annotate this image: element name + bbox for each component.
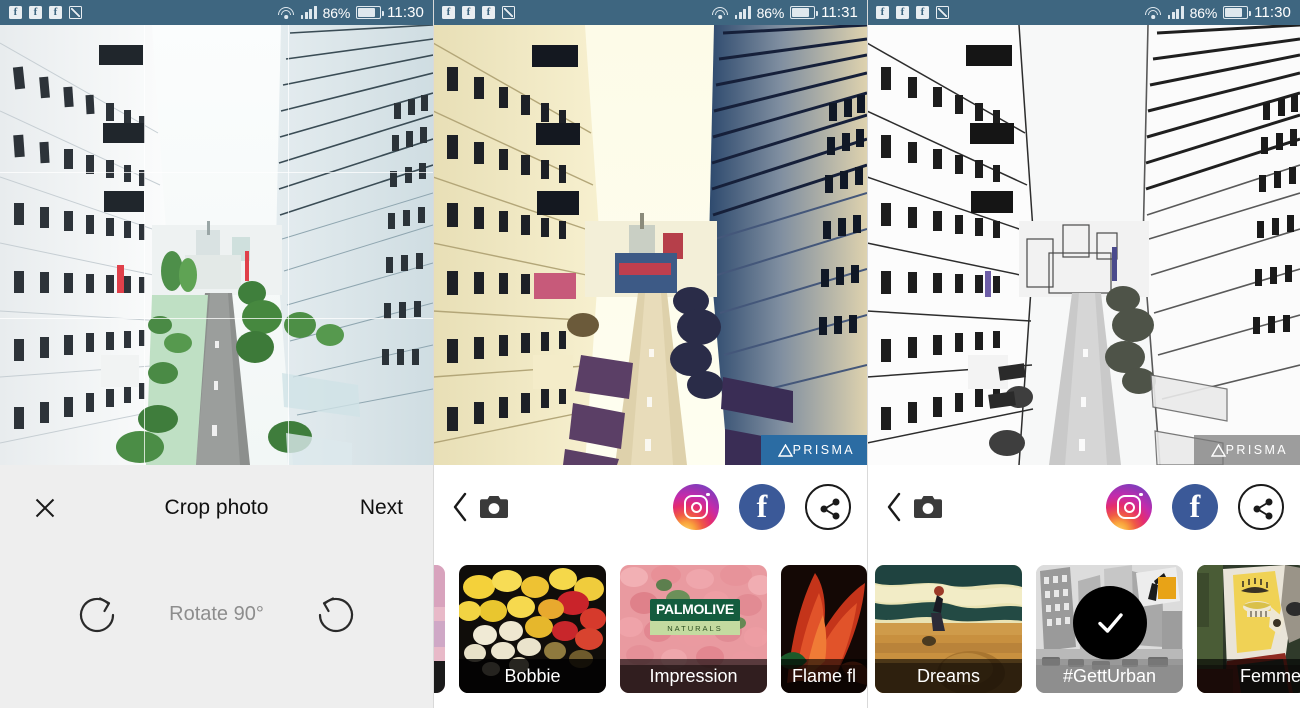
instagram-icon[interactable]	[673, 484, 719, 530]
status-time: 11:30	[387, 4, 424, 21]
photo-icon	[69, 6, 82, 19]
crop-photo-preview[interactable]	[0, 25, 433, 465]
filter-label: Bobbie	[459, 658, 606, 693]
stylized-street-photo	[433, 25, 867, 465]
wifi-icon	[1145, 6, 1162, 19]
facebook-icon: f	[442, 6, 455, 19]
wifi-icon	[278, 6, 295, 19]
signal-bars-icon	[734, 6, 751, 19]
signal-bars-icon	[1167, 6, 1184, 19]
status-bar: f f f 86% 11:30	[867, 0, 1300, 25]
filter-label: Flame fl	[781, 658, 867, 693]
prisma-share-toolbar: f	[867, 465, 1300, 549]
filter-thumbnail-femme[interactable]: Femme	[1197, 564, 1300, 693]
share-icon[interactable]	[1238, 484, 1284, 530]
filter-thumbnail-flame[interactable]: Flame fl	[781, 564, 867, 693]
filter-label: #GettUrban	[1036, 658, 1183, 693]
panel-crop-editor: f f f 86% 11:30 Crop photo Next Rotate 9…	[0, 0, 433, 708]
rotate-label: Rotate 90°	[169, 603, 264, 625]
filter-thumbnail-impression[interactable]: PALMOLIVE NATURALS Impression	[620, 564, 767, 693]
facebook-icon[interactable]: f	[1172, 484, 1218, 530]
filter-strip[interactable]: Bobbie PALMOLIVE NATURALS Impression Fla…	[433, 549, 867, 708]
share-targets: f	[673, 484, 851, 530]
battery-icon	[1223, 6, 1252, 19]
share-icon[interactable]	[805, 484, 851, 530]
facebook-icon: f	[9, 6, 22, 19]
status-time: 11:31	[821, 4, 858, 21]
share-targets: f	[1106, 484, 1284, 530]
status-system-icons: 86% 11:31	[712, 4, 858, 21]
status-bar: f f f 86% 11:31	[433, 0, 867, 25]
status-notification-icons: f f f	[9, 6, 82, 19]
chevron-left-icon[interactable]	[449, 490, 471, 524]
wifi-icon	[712, 6, 729, 19]
facebook-icon: f	[49, 6, 62, 19]
svg-text:PALMOLIVE: PALMOLIVE	[656, 601, 734, 617]
rotate-controls: Rotate 90°	[0, 551, 433, 708]
crop-controls-pane: Crop photo Next Rotate 90°	[0, 465, 433, 708]
status-time: 11:30	[1254, 4, 1291, 21]
filter-thumbnail-getturban[interactable]: #GettUrban	[1036, 564, 1183, 693]
prisma-watermark: PRISMA	[760, 435, 867, 465]
filter-selected-badge	[1072, 586, 1147, 661]
battery-percent: 86%	[322, 4, 351, 21]
battery-icon	[790, 6, 819, 19]
battery-icon	[356, 6, 385, 19]
camera-icon[interactable]	[479, 494, 509, 520]
crop-toolbar: Crop photo Next	[0, 465, 433, 551]
facebook-icon: f	[462, 6, 475, 19]
filter-thumbnail[interactable]	[433, 564, 445, 693]
prisma-triangle-icon	[771, 444, 793, 457]
battery-percent: 86%	[756, 4, 785, 21]
prisma-wordmark: PRISMA	[792, 443, 855, 457]
three-panel-screenshot: f f f 86% 11:30 Crop photo Next Rotate 9…	[0, 0, 1300, 708]
battery-percent: 86%	[1189, 4, 1218, 21]
filter-thumbnail-dreams[interactable]: Dreams	[875, 564, 1022, 693]
facebook-icon[interactable]: f	[739, 484, 785, 530]
filter-label: Impression	[620, 658, 767, 693]
chevron-left-icon[interactable]	[883, 490, 905, 524]
status-system-icons: 86% 11:30	[278, 4, 424, 21]
facebook-icon: f	[896, 6, 909, 19]
status-notification-icons: f f f	[876, 6, 949, 19]
check-icon	[1097, 613, 1123, 634]
svg-text:NATURALS: NATURALS	[667, 624, 722, 633]
prisma-wordmark: PRISMA	[1225, 443, 1288, 457]
rotate-counterclockwise-icon[interactable]	[308, 587, 364, 643]
facebook-icon: f	[29, 6, 42, 19]
panel-prisma-color: f f f 86% 11:31 PRISMA f Bobbie PALMOLIV…	[433, 0, 867, 708]
filter-label: Femme	[1197, 658, 1300, 693]
instagram-icon[interactable]	[1106, 484, 1152, 530]
camera-icon[interactable]	[913, 494, 943, 520]
street-photo	[0, 25, 433, 465]
status-bar: f f f 86% 11:30	[0, 0, 433, 25]
next-button[interactable]: Next	[360, 496, 403, 520]
signal-bars-icon	[300, 6, 317, 19]
photo-icon	[936, 6, 949, 19]
photo-icon	[502, 6, 515, 19]
status-system-icons: 86% 11:30	[1145, 4, 1291, 21]
prisma-result-image[interactable]: PRISMA	[867, 25, 1300, 465]
filter-strip[interactable]: Dreams #GettUrban Femme	[867, 549, 1300, 708]
facebook-icon: f	[876, 6, 889, 19]
filter-label: Dreams	[875, 658, 1022, 693]
prisma-watermark: PRISMA	[1193, 435, 1300, 465]
panel-prisma-sketch: f f f 86% 11:30 PRISMA f Dreams #GettUrb…	[867, 0, 1300, 708]
filter-thumbnail-bobbie[interactable]: Bobbie	[459, 564, 606, 693]
facebook-icon: f	[916, 6, 929, 19]
status-notification-icons: f f f	[442, 6, 515, 19]
rotate-clockwise-icon[interactable]	[69, 587, 125, 643]
sketch-street-photo	[867, 25, 1300, 465]
prisma-share-toolbar: f	[433, 465, 867, 549]
prisma-triangle-icon	[1204, 444, 1226, 457]
prisma-result-image[interactable]: PRISMA	[433, 25, 867, 465]
facebook-icon: f	[482, 6, 495, 19]
